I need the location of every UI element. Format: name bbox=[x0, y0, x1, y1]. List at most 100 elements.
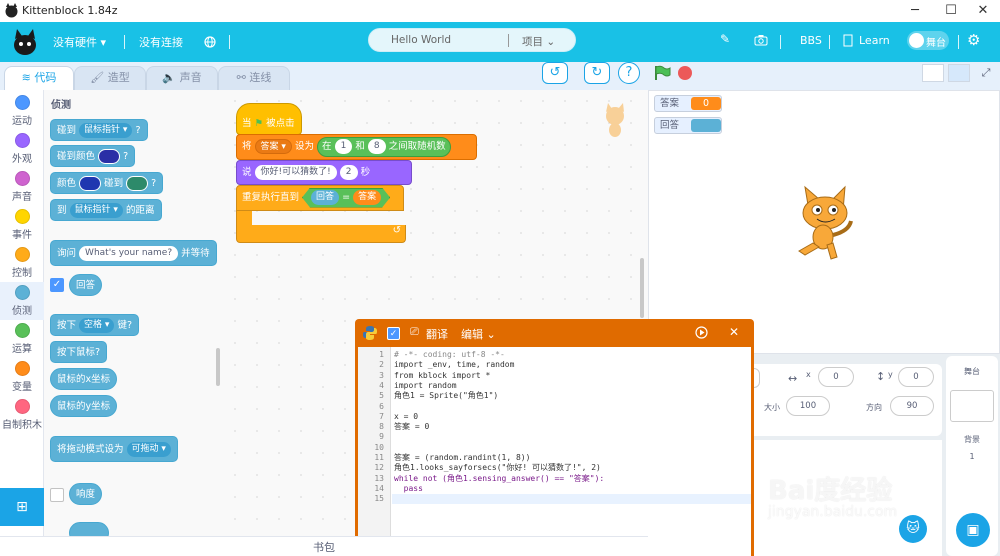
app-logo-icon bbox=[5, 3, 18, 18]
translate-button[interactable]: 翻译 bbox=[426, 326, 448, 342]
maximize-button[interactable]: ☐ bbox=[934, 0, 968, 22]
undo-button[interactable]: ↺ bbox=[542, 62, 568, 84]
key-pressed-block[interactable]: 按下 空格 ▾ 键? bbox=[50, 314, 140, 336]
help-button[interactable]: ? bbox=[618, 62, 640, 84]
category-control[interactable]: 控制 bbox=[0, 244, 44, 282]
mouse-down-block[interactable]: 按下鼠标? bbox=[50, 341, 108, 363]
color-swatch[interactable] bbox=[98, 149, 121, 164]
line-number: 3 bbox=[379, 370, 384, 380]
color-touching-block[interactable]: 颜色 碰到 ? bbox=[50, 172, 164, 194]
cat-sprite-icon[interactable] bbox=[785, 181, 865, 261]
tab-sounds[interactable]: 🔈 声音 bbox=[146, 66, 218, 90]
learn-link[interactable]: Learn bbox=[859, 34, 890, 47]
stage[interactable]: 答案 0 回答 bbox=[648, 90, 1000, 354]
close-button[interactable]: ✕ bbox=[966, 0, 1000, 22]
distance-block[interactable]: 到 鼠标指针 ▾ 的距离 bbox=[50, 199, 162, 221]
project-menu[interactable]: 项目 ⌄ bbox=[522, 34, 555, 49]
python-close-button[interactable]: ✕ bbox=[729, 325, 739, 339]
redo-button[interactable]: ↻ bbox=[584, 62, 610, 84]
large-stage-icon[interactable] bbox=[948, 64, 970, 82]
script-scrollbar[interactable] bbox=[640, 258, 644, 318]
line-number: 7 bbox=[379, 411, 384, 421]
set-variable-block[interactable]: 将 答案 ▾ 设为 在 1 和 8 之间取随机数 bbox=[236, 134, 477, 160]
monitor-label: 答案 bbox=[660, 98, 680, 109]
mouse-x-reporter[interactable]: 鼠标的x坐标 bbox=[50, 368, 118, 390]
repeat-until-block[interactable]: 重复执行直到 回答 = 答案 bbox=[236, 185, 404, 211]
project-menu-label: 项目 bbox=[522, 36, 543, 48]
edit-menu[interactable]: 编辑 ⌄ bbox=[461, 326, 496, 342]
tab-connect[interactable]: ⚯ 连线 bbox=[218, 66, 290, 90]
variable-dropdown[interactable]: 答案 ▾ bbox=[254, 139, 292, 154]
dropdown[interactable]: 鼠标指针 ▾ bbox=[79, 123, 133, 138]
backpack-bar[interactable]: 书包 bbox=[0, 536, 648, 556]
code-line: import _env, time, random bbox=[394, 360, 515, 370]
set-drag-mode-block[interactable]: 将拖动模式设为 可拖动 ▾ bbox=[50, 436, 178, 462]
dropdown[interactable]: 可拖动 ▾ bbox=[126, 442, 171, 457]
project-name-field[interactable]: Hello World bbox=[391, 34, 451, 46]
green-flag-icon[interactable] bbox=[653, 65, 671, 81]
number-input[interactable]: 2 bbox=[339, 165, 358, 180]
dropdown[interactable]: 鼠标指针 ▾ bbox=[69, 203, 123, 218]
category-looks[interactable]: 外观 bbox=[0, 130, 44, 168]
mouse-y-reporter[interactable]: 鼠标的y坐标 bbox=[50, 395, 118, 417]
ask-block[interactable]: 询问 What's your name? 并等待 bbox=[50, 240, 217, 266]
kitten-logo-icon[interactable] bbox=[12, 27, 38, 57]
size-input[interactable]: 100 bbox=[786, 396, 830, 416]
direction-input[interactable]: 90 bbox=[890, 396, 934, 416]
divider bbox=[229, 35, 230, 49]
choose-sprite-button[interactable]: 🐱 bbox=[899, 515, 927, 543]
add-extension-button[interactable]: ⊞ bbox=[0, 488, 44, 526]
hardware-menu[interactable]: 没有硬件 ▾ bbox=[53, 34, 106, 50]
ask-input[interactable]: What's your name? bbox=[79, 246, 179, 261]
answer-reporter[interactable]: 回答 bbox=[311, 190, 339, 205]
category-events[interactable]: 事件 bbox=[0, 206, 44, 244]
gear-icon[interactable]: ⚙ bbox=[967, 31, 980, 49]
touching-block[interactable]: 碰到 鼠标指针 ▾ ? bbox=[50, 119, 148, 141]
category-sound[interactable]: 声音 bbox=[0, 168, 44, 206]
answer-checkbox[interactable]: ✓ bbox=[50, 278, 64, 292]
sync-checkbox[interactable]: ✓ bbox=[387, 327, 400, 340]
palette-scrollbar[interactable] bbox=[216, 348, 220, 386]
minimize-button[interactable]: ─ bbox=[898, 0, 932, 22]
dropdown-label: 可拖动 bbox=[131, 444, 159, 454]
color-swatch[interactable] bbox=[126, 176, 149, 191]
loudness-reporter[interactable]: 响度 bbox=[69, 483, 103, 505]
category-operators[interactable]: 运算 bbox=[0, 320, 44, 358]
answer-reporter[interactable]: 回答 bbox=[69, 274, 103, 296]
dropdown[interactable]: 空格 ▾ bbox=[79, 318, 115, 333]
variable-reporter[interactable]: 答案 bbox=[353, 190, 381, 205]
when-flag-clicked-block[interactable]: 当 ⚑ 被点击 bbox=[236, 103, 302, 135]
loudness-checkbox[interactable] bbox=[50, 488, 64, 502]
connect-menu[interactable]: 没有连接 bbox=[139, 34, 183, 50]
code-editor[interactable]: 1 2 3 4 5 6 7 8 9 10 11 12 13 14 15 # -*… bbox=[358, 347, 751, 556]
touching-color-block[interactable]: 碰到颜色 ? bbox=[50, 145, 136, 167]
category-my-blocks[interactable]: 自制积木 bbox=[0, 396, 44, 434]
fullscreen-icon[interactable]: ⤢ bbox=[976, 64, 996, 82]
y-input[interactable]: 0 bbox=[898, 367, 934, 387]
number-input[interactable]: 1 bbox=[334, 138, 353, 154]
color-swatch[interactable] bbox=[79, 176, 102, 191]
tab-costumes[interactable]: 🖌 造型 bbox=[74, 66, 146, 90]
small-stage-icon[interactable] bbox=[922, 64, 944, 82]
bbs-link[interactable]: BBS bbox=[800, 34, 822, 47]
stage-toggle-knob[interactable] bbox=[909, 33, 924, 48]
number-input[interactable]: 8 bbox=[367, 138, 386, 154]
category-variables[interactable]: 变量 bbox=[0, 358, 44, 396]
category-dot bbox=[14, 133, 30, 148]
say-for-secs-block[interactable]: 说 你好!可以猜数了! 2 秒 bbox=[236, 160, 412, 185]
tab-code[interactable]: ≋ 代码 bbox=[4, 66, 74, 90]
category-sensing[interactable]: 侦测 bbox=[0, 282, 44, 320]
block-text: 和 bbox=[355, 140, 365, 152]
x-input[interactable]: 0 bbox=[818, 367, 854, 387]
text-input[interactable]: 你好!可以猜数了! bbox=[254, 165, 337, 180]
choose-backdrop-button[interactable]: ▣ bbox=[956, 513, 990, 547]
equals-block[interactable]: 回答 = 答案 bbox=[302, 188, 390, 208]
stop-icon[interactable] bbox=[678, 66, 692, 80]
edit-pen-icon[interactable]: ✎ bbox=[720, 32, 730, 46]
stage-thumbnail[interactable] bbox=[950, 390, 994, 422]
random-block[interactable]: 在 1 和 8 之间取随机数 bbox=[317, 136, 451, 157]
globe-icon[interactable] bbox=[204, 36, 216, 48]
category-motion[interactable]: 运动 bbox=[0, 92, 44, 130]
camera-icon[interactable] bbox=[754, 34, 768, 46]
run-icon[interactable] bbox=[695, 326, 708, 339]
